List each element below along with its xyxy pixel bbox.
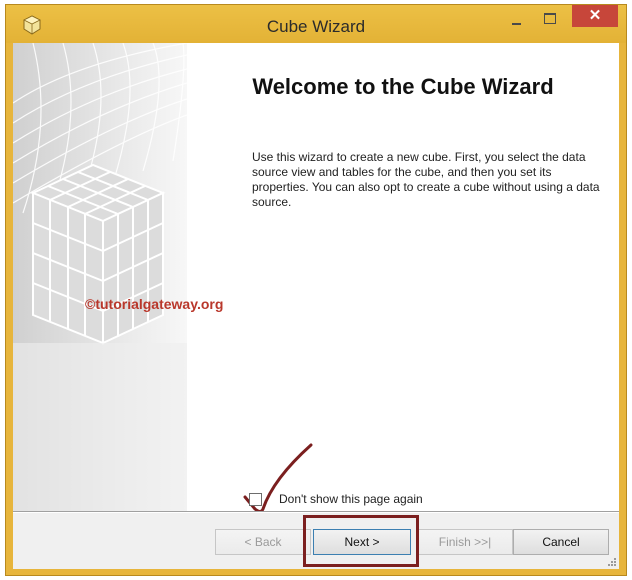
next-button[interactable]: Next > [313, 529, 411, 555]
page-title: Welcome to the Cube Wizard [252, 74, 554, 99]
finish-button[interactable]: Finish >>| [417, 529, 513, 555]
cube-wizard-window: Cube Wizard ✕ Welcome to the Cube Wizard… [5, 4, 627, 576]
title-bar[interactable]: Cube Wizard ✕ [6, 5, 626, 43]
cube-grid-illustration [13, 43, 187, 511]
window-title: Cube Wizard [266, 17, 366, 36]
dont-show-again-label[interactable]: Don't show this page again [279, 492, 423, 506]
minimize-button[interactable] [502, 7, 530, 29]
close-icon: ✕ [588, 7, 602, 24]
close-button[interactable]: ✕ [572, 5, 618, 27]
page-description: Use this wizard to create a new cube. Fi… [252, 150, 600, 209]
resize-grip-icon[interactable] [606, 556, 616, 566]
wizard-banner-image [13, 43, 187, 511]
button-bar-divider [13, 511, 619, 513]
back-button[interactable]: < Back [215, 529, 311, 555]
wizard-client-area: Welcome to the Cube Wizard Use this wiza… [13, 43, 619, 569]
maximize-button[interactable] [536, 7, 564, 29]
watermark-text: ©tutorialgateway.org [85, 296, 224, 312]
cancel-button[interactable]: Cancel [513, 529, 609, 555]
dont-show-again-checkbox[interactable] [249, 493, 262, 506]
annotation-checkmark [243, 443, 313, 513]
